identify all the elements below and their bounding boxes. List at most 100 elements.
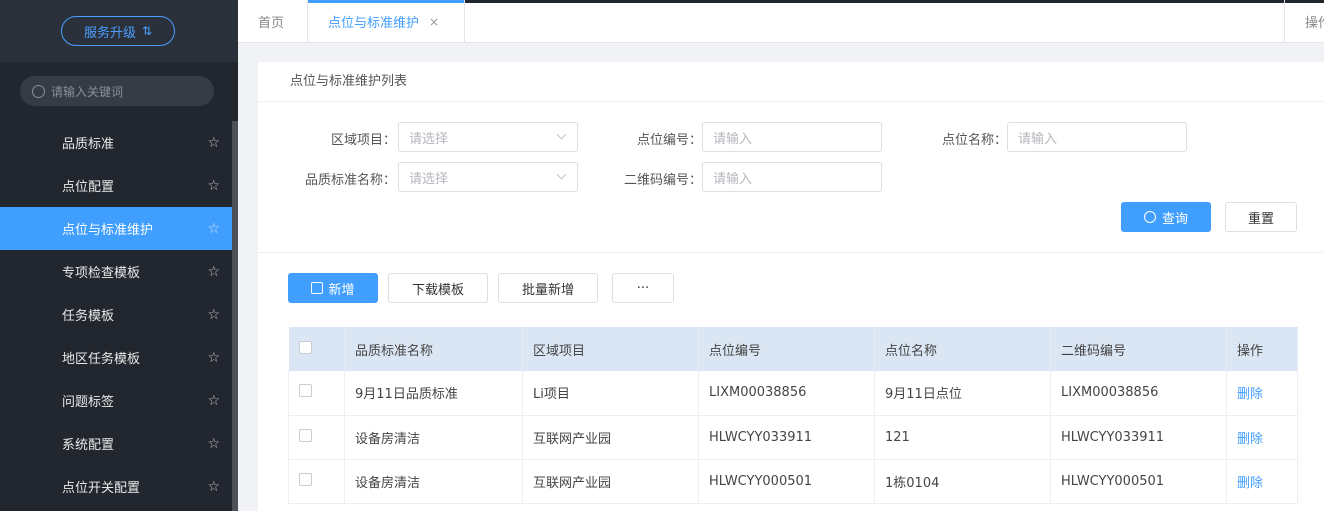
- sidebar-item-label: 任务模板: [62, 309, 115, 324]
- point-name-input[interactable]: 请输入: [1007, 122, 1187, 152]
- main-panel: 点位与标准维护列表 区域项目： 请选择 点位编号： 请输入 点位名称： 请输入 …: [258, 62, 1324, 511]
- sidebar-item-special-inspection-template[interactable]: 专项检查模板 ☆: [0, 250, 232, 293]
- sidebar-item-quality-standard[interactable]: 品质标准 ☆: [0, 121, 232, 164]
- star-icon[interactable]: ☆: [207, 479, 220, 495]
- query-button-label: 查询: [1161, 211, 1188, 227]
- star-icon[interactable]: ☆: [207, 264, 220, 280]
- sidebar-item-task-template[interactable]: 任务模板 ☆: [0, 293, 232, 336]
- standard-name-placeholder: 请选择: [409, 171, 449, 187]
- row-checkbox[interactable]: [299, 472, 312, 486]
- qr-code-input[interactable]: 请输入: [702, 162, 882, 192]
- cell-area: 互联网产业园: [522, 415, 699, 460]
- query-button[interactable]: 查询: [1121, 202, 1211, 232]
- cell-area: 互联网产业园: [522, 459, 699, 504]
- more-button[interactable]: ···: [612, 273, 674, 303]
- column-header: 二维码编号: [1050, 327, 1227, 371]
- sidebar-search-input[interactable]: 请输入关键词: [20, 76, 214, 106]
- area-select[interactable]: 请选择: [398, 122, 578, 152]
- qr-code-placeholder: 请输入: [713, 171, 753, 187]
- download-template-label: 下载模板: [411, 282, 464, 298]
- delete-link[interactable]: 删除: [1237, 387, 1263, 402]
- select-all-checkbox[interactable]: [298, 340, 312, 354]
- sidebar-item-regional-task-template[interactable]: 地区任务模板 ☆: [0, 336, 232, 379]
- add-button[interactable]: 新增: [288, 273, 378, 303]
- tab-operations[interactable]: 操作: [1284, 0, 1324, 43]
- search-icon: [1143, 211, 1156, 223]
- data-table: 品质标准名称 区域项目 点位编号 点位名称 二维码编号 操作 9月11日品质标准…: [288, 327, 1298, 504]
- star-icon[interactable]: ☆: [207, 307, 220, 323]
- chevron-down-icon: [556, 129, 567, 140]
- point-no-label: 点位编号：: [636, 133, 702, 148]
- row-checkbox[interactable]: [299, 428, 312, 442]
- cell-point-no: LIXM00038856: [698, 371, 875, 416]
- cell-point-no: HLWCYY033911: [698, 415, 875, 460]
- point-no-input[interactable]: 请输入: [702, 122, 882, 152]
- point-no-placeholder: 请输入: [713, 131, 753, 147]
- batch-add-label: 批量新增: [521, 282, 574, 298]
- star-icon[interactable]: ☆: [207, 350, 220, 366]
- sidebar-item-point-switch-config[interactable]: 点位开关配置 ☆: [0, 465, 232, 508]
- star-icon[interactable]: ☆: [207, 135, 220, 151]
- cell-area: Li项目: [522, 371, 699, 416]
- reset-button-label: 重置: [1247, 211, 1274, 227]
- star-icon[interactable]: ☆: [207, 436, 220, 452]
- sidebar-search-placeholder: 请输入关键词: [51, 84, 124, 99]
- cell-qr: HLWCYY033911: [1050, 415, 1227, 460]
- cell-qr: HLWCYY000501: [1050, 459, 1227, 504]
- chevron-down-icon: [556, 169, 567, 180]
- cell-standard: 设备房清洁: [344, 415, 523, 460]
- cell-action: 删除: [1226, 459, 1298, 504]
- row-select-cell: [288, 415, 345, 460]
- delete-link[interactable]: 删除: [1237, 432, 1263, 447]
- edit-icon: [311, 282, 324, 294]
- sidebar-item-label: 系统配置: [62, 438, 115, 453]
- area-select-placeholder: 请选择: [409, 131, 449, 147]
- standard-name-label: 品质标准名称：: [304, 173, 396, 188]
- cell-point-name: 121: [874, 415, 1051, 460]
- cell-point-no: HLWCYY000501: [698, 459, 875, 504]
- tab-home[interactable]: 首页: [238, 0, 308, 43]
- table-row: 9月11日品质标准 Li项目 LIXM00038856 9月11日点位 LIXM…: [288, 371, 1298, 416]
- sidebar-item-point-config[interactable]: 点位配置 ☆: [0, 164, 232, 207]
- row-checkbox[interactable]: [299, 384, 312, 398]
- tab-ops-label: 操作: [1305, 16, 1324, 31]
- standard-name-select[interactable]: 请选择: [398, 162, 578, 192]
- close-icon[interactable]: ×: [429, 15, 439, 29]
- column-header: 点位名称: [874, 327, 1051, 371]
- tab-current-label: 点位与标准维护: [328, 16, 420, 31]
- batch-add-button[interactable]: 批量新增: [498, 273, 598, 303]
- sidebar-item-label: 专项检查模板: [62, 266, 141, 281]
- tab-point-standard-maintenance[interactable]: 点位与标准维护 ×: [308, 0, 465, 43]
- row-select-cell: [288, 459, 345, 504]
- sidebar-item-label: 品质标准: [62, 137, 115, 152]
- sidebar-item-point-standard-maintenance[interactable]: 点位与标准维护 ☆: [0, 207, 232, 250]
- sidebar-item-label: 点位配置: [62, 180, 115, 195]
- sidebar: 服务升级 ⇅ 请输入关键词 品质标准 ☆ 点位配置 ☆ 点位与标准维护 ☆ 专项…: [0, 0, 238, 511]
- sidebar-scrollbar-thumb[interactable]: [232, 121, 238, 511]
- point-name-placeholder: 请输入: [1018, 131, 1058, 147]
- sidebar-scrollbar[interactable]: [232, 121, 238, 511]
- delete-link[interactable]: 删除: [1237, 476, 1263, 491]
- sidebar-item-label: 点位与标准维护: [62, 223, 154, 238]
- cell-standard: 9月11日品质标准: [344, 371, 523, 416]
- cell-point-name: 1栋0104: [874, 459, 1051, 504]
- tab-bar-topline: [465, 0, 1324, 3]
- sidebar-item-issue-tags[interactable]: 问题标签 ☆: [0, 379, 232, 422]
- row-select-cell: [288, 371, 345, 416]
- star-icon[interactable]: ☆: [207, 393, 220, 409]
- star-icon[interactable]: ☆: [207, 221, 220, 237]
- sidebar-item-label: 地区任务模板: [62, 352, 141, 367]
- reset-button[interactable]: 重置: [1225, 202, 1297, 232]
- more-icon: ···: [636, 280, 650, 296]
- table-row: 设备房清洁 互联网产业园 HLWCYY033911 121 HLWCYY0339…: [288, 415, 1298, 460]
- point-name-label: 点位名称：: [941, 133, 1007, 148]
- star-icon[interactable]: ☆: [207, 178, 220, 194]
- upgrade-button-label: 服务升级: [83, 25, 136, 41]
- section-divider: [258, 252, 1324, 253]
- column-header: 点位编号: [698, 327, 875, 371]
- column-header: 区域项目: [522, 327, 699, 371]
- sidebar-item-system-config[interactable]: 系统配置 ☆: [0, 422, 232, 465]
- upgrade-button[interactable]: 服务升级 ⇅: [61, 16, 175, 46]
- download-template-button[interactable]: 下载模板: [388, 273, 488, 303]
- add-button-label: 新增: [328, 282, 355, 298]
